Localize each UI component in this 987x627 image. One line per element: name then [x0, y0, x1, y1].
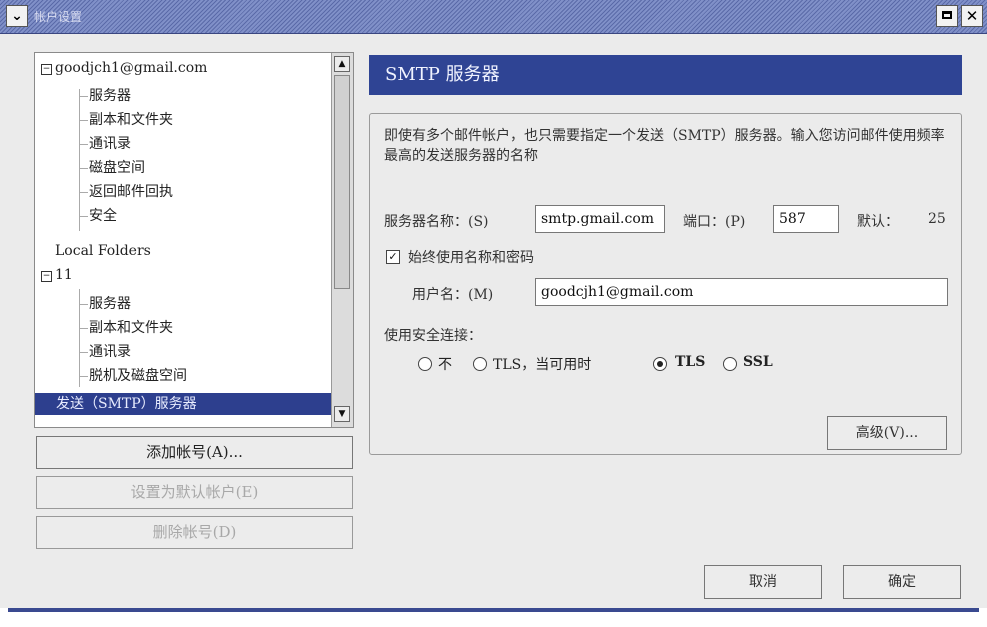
secure-tls-if-available-radio[interactable]	[473, 357, 487, 371]
tree-item-disk-space[interactable]: 磁盘空间	[89, 157, 145, 179]
username-label: 用户名：(M)	[412, 287, 494, 303]
tree-branch	[79, 328, 88, 329]
server-name-input[interactable]: smtp.gmail.com	[535, 205, 665, 233]
scroll-up-button[interactable]: ▲	[334, 56, 350, 72]
ok-button[interactable]: 确定	[843, 565, 961, 599]
chevron-down-icon: ⌄	[11, 8, 23, 24]
tree-branch	[79, 120, 88, 121]
tree-item-copies-folders[interactable]: 副本和文件夹	[89, 109, 173, 131]
tree-branch	[79, 216, 88, 217]
tree-item-return-receipts[interactable]: 返回邮件回执	[89, 181, 173, 203]
panel-header: SMTP 服务器	[369, 55, 962, 95]
scroll-thumb[interactable]	[334, 75, 350, 289]
tree-item-address-book[interactable]: 通讯录	[89, 341, 131, 363]
smtp-description: 即使有多个邮件帐户，也只需要指定一个发送（SMTP）服务器。输入您访问邮件使用频…	[384, 128, 945, 164]
tree-item-address-book[interactable]: 通讯录	[89, 133, 131, 155]
add-account-button[interactable]: 添加帐号(A)...	[36, 436, 353, 469]
scroll-down-button[interactable]: ▼	[334, 406, 350, 422]
tree-account-goodjch1[interactable]: − goodjch1@gmail.com	[41, 57, 207, 79]
arrow-up-icon: ▲	[338, 59, 346, 69]
close-button[interactable]: ✕	[961, 5, 983, 27]
server-name-label: 服务器名称：(S)	[384, 214, 489, 230]
cancel-button[interactable]: 取消	[704, 565, 822, 599]
tree-branch	[79, 144, 88, 145]
set-default-account-button[interactable]: 设置为默认帐户(E)	[36, 476, 353, 509]
port-label: 端口：(P)	[683, 214, 746, 230]
collapse-icon[interactable]: −	[41, 271, 52, 282]
tree-item-smtp-server[interactable]: 发送（SMTP）服务器	[35, 393, 331, 415]
secure-ssl-label: SSL	[743, 354, 773, 370]
tree-item-offline-disk-space[interactable]: 脱机及磁盘空间	[89, 365, 187, 387]
smtp-settings-box: 即使有多个邮件帐户，也只需要指定一个发送（SMTP）服务器。输入您访问邮件使用频…	[369, 113, 962, 455]
tree-branch	[79, 96, 88, 97]
default-port-label: 默认：	[857, 214, 899, 230]
tree-scrollbar[interactable]: ▲ ▼	[331, 53, 353, 427]
tree-branch	[79, 192, 88, 193]
secure-tls-if-available-label: TLS，当可用时	[493, 357, 592, 373]
tree-branch	[79, 304, 88, 305]
secure-ssl-radio[interactable]	[723, 357, 737, 371]
checkmark-icon: ✓	[388, 250, 398, 263]
window-bottom-edge	[0, 608, 987, 627]
maximize-button[interactable]	[936, 5, 958, 27]
secure-tls-radio[interactable]	[653, 357, 667, 371]
default-port-value: 25	[928, 211, 946, 227]
tree-branch	[79, 376, 88, 377]
secure-connection-label: 使用安全连接：	[384, 328, 482, 344]
always-use-credentials-label: 始终使用名称和密码	[408, 250, 534, 266]
collapse-icon[interactable]: −	[41, 64, 52, 75]
delete-account-button[interactable]: 删除帐号(D)	[36, 516, 353, 549]
port-input[interactable]: 587	[773, 205, 839, 233]
secure-tls-label: TLS	[675, 354, 706, 370]
secure-none-label: 不	[438, 357, 452, 373]
tree-local-folders[interactable]: Local Folders	[55, 240, 151, 262]
window-title: 帐户设置	[34, 10, 83, 24]
maximize-icon	[942, 11, 952, 19]
window-menu-button[interactable]: ⌄	[6, 5, 28, 27]
arrow-down-icon: ▼	[338, 409, 346, 419]
tree-item-copies-folders[interactable]: 副本和文件夹	[89, 317, 173, 339]
tree-item-server[interactable]: 服务器	[89, 85, 131, 107]
username-input[interactable]: goodcjh1@gmail.com	[535, 278, 948, 306]
secure-none-radio[interactable]	[418, 357, 432, 371]
tree-connector	[79, 89, 80, 231]
account-tree: − goodjch1@gmail.com 服务器 副本和文件夹 通讯录 磁盘空间 …	[34, 52, 354, 428]
window-border	[8, 608, 979, 612]
tree-item-security[interactable]: 安全	[89, 205, 117, 227]
account-settings-window: ⌄ 帐户设置 ✕ − goodjch1@gmail.com 服务器 副本和文件夹 …	[0, 0, 987, 627]
tree-account-11[interactable]: −11	[41, 264, 73, 286]
tree-item-server[interactable]: 服务器	[89, 293, 131, 315]
advanced-button[interactable]: 高级(V)...	[827, 416, 947, 450]
always-use-credentials-checkbox[interactable]: ✓	[386, 250, 400, 264]
close-icon: ✕	[965, 7, 979, 25]
tree-branch	[79, 352, 88, 353]
tree-branch	[79, 168, 88, 169]
title-bar: ⌄ 帐户设置 ✕	[0, 0, 987, 34]
